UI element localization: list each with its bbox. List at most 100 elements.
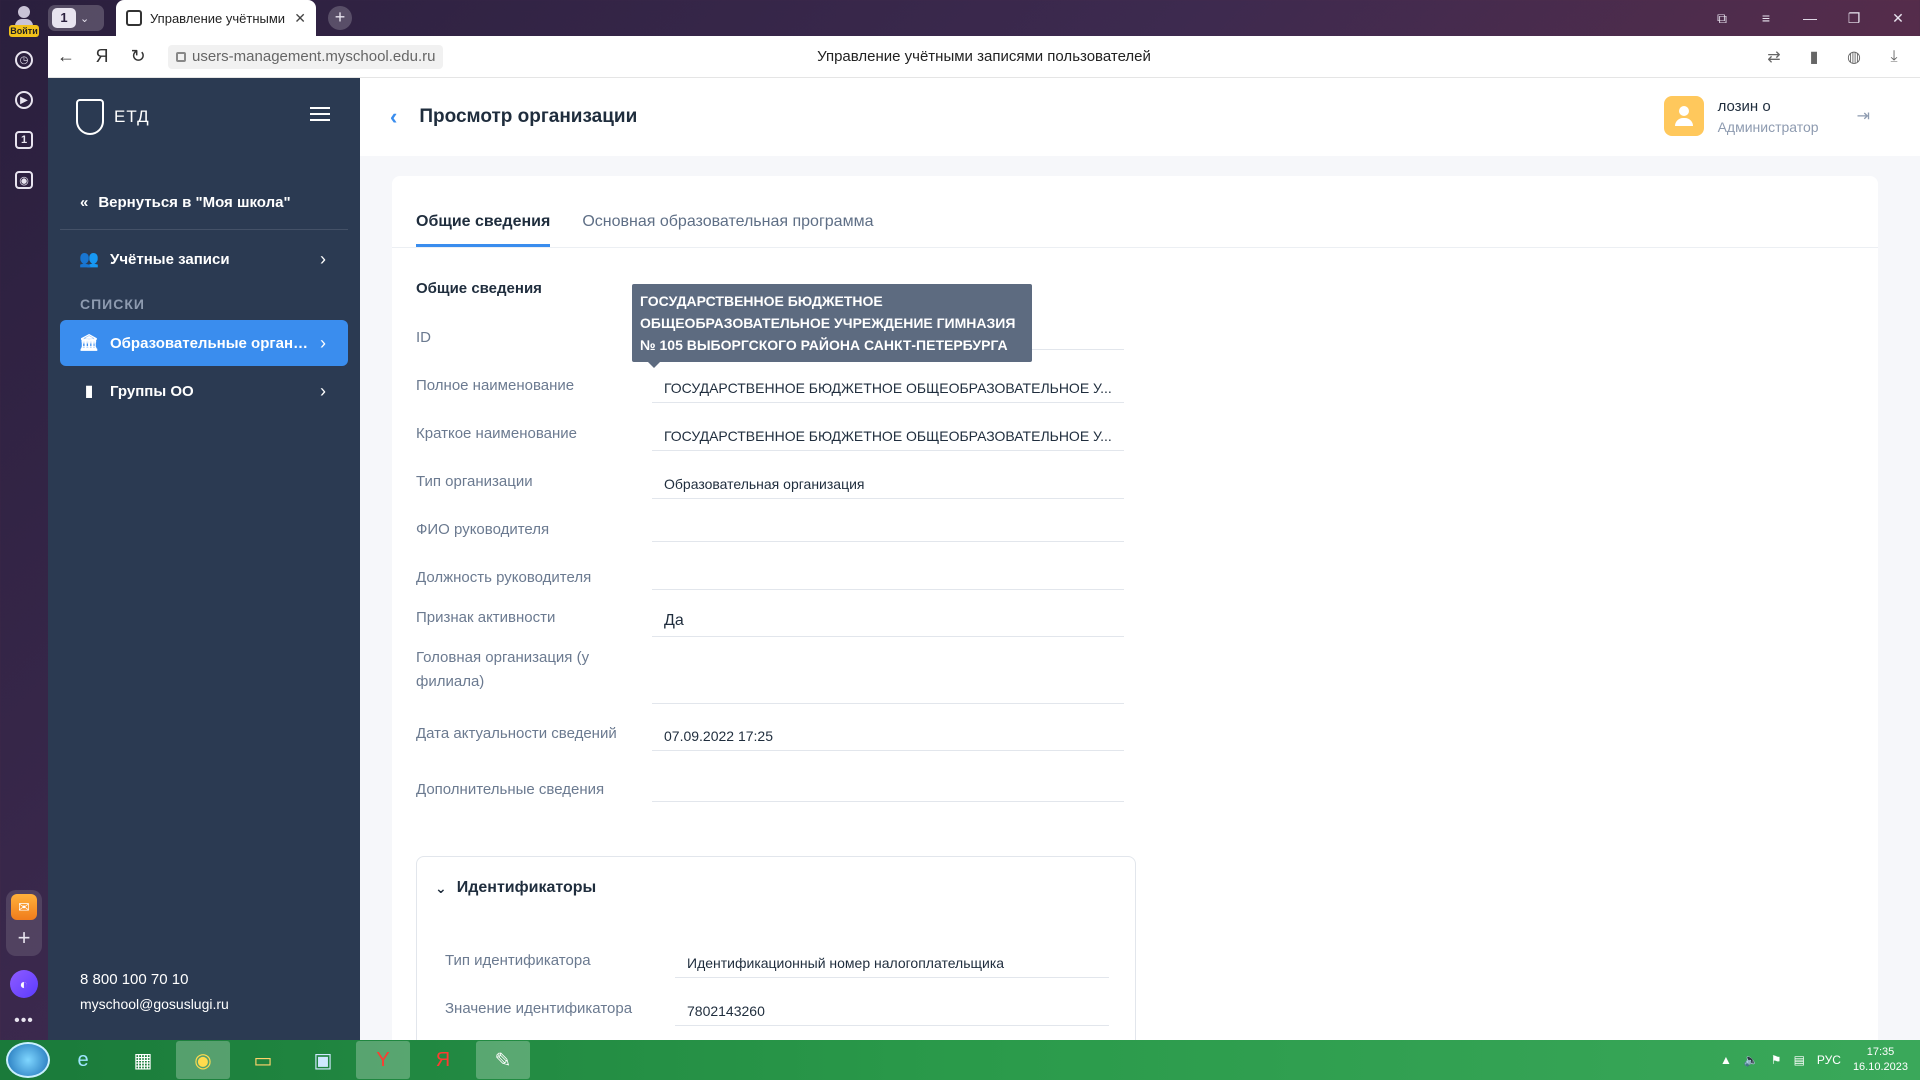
paint-icon[interactable]: ✎ — [476, 1041, 530, 1079]
browser-toolbar: ← Я ↻ users-management.myschool.edu.ru У… — [48, 36, 1920, 78]
logo: ЕТД — [48, 78, 360, 156]
camera-icon: ◉ — [15, 171, 33, 189]
field-additional: Дополнительные сведения — [416, 778, 1124, 802]
chevron-right-icon: › — [320, 332, 326, 353]
folder-icon[interactable]: ▭ — [236, 1041, 290, 1079]
alice-icon[interactable]: ◐ — [10, 970, 38, 998]
organization-card: Общие сведения Основная образовательная … — [392, 176, 1878, 1080]
network-icon[interactable]: ▤ — [1794, 1053, 1805, 1067]
login-badge[interactable]: Войти — [9, 25, 39, 37]
field-parent-org: Головная организация (у филиала) — [416, 646, 1124, 704]
more-icon[interactable]: ••• — [14, 1012, 34, 1030]
start-button[interactable] — [6, 1042, 50, 1078]
minimize-icon[interactable]: — — [1788, 10, 1832, 26]
close-window-icon[interactable]: ✕ — [1876, 10, 1920, 27]
section-title: Общие сведения — [416, 280, 542, 297]
logout-icon[interactable]: ⇥ — [1857, 106, 1870, 126]
tabs-button[interactable]: 1 — [10, 126, 38, 154]
play-icon: ▶ — [15, 91, 33, 109]
main-content: ‹ Просмотр организации лозин о Администр… — [360, 78, 1920, 1080]
sidebar: ЕТД « Вернуться в "Моя школа" 👥 Учётные … — [48, 78, 360, 1040]
bookmark-icon[interactable]: ▮ — [1796, 47, 1832, 67]
browser-tab[interactable]: Управление учётными ✕ — [116, 0, 316, 36]
user-menu[interactable]: лозин о Администратор ⇥ — [1663, 96, 1870, 136]
back-arrow-icon[interactable]: ‹ — [390, 104, 397, 130]
sidebar-item-groups[interactable]: ▮ Группы ОО › — [60, 368, 348, 414]
identifiers-toggle[interactable]: ⌄ Идентификаторы — [435, 879, 596, 897]
user-role: Администратор — [1717, 118, 1819, 135]
institution-icon: 🏛 — [78, 335, 100, 352]
field-active: Признак активности Да — [416, 606, 1124, 637]
avatar — [1663, 96, 1704, 136]
bookmarks-panel-icon[interactable]: ⧉ — [1700, 10, 1744, 27]
page-header: ‹ Просмотр организации лозин о Администр… — [360, 78, 1920, 156]
field-head-position: Должность руководителя — [416, 566, 1124, 590]
screenshot-button[interactable]: ◉ — [10, 166, 38, 194]
yandex-icon[interactable]: Я — [416, 1041, 470, 1079]
profile-icon — [18, 6, 30, 18]
taskbar: e ▦ ◉ ▭ ▣ Y Я ✎ ▲ 🔈 ⚑ ▤ РУС 17:35 16.10.… — [0, 1040, 1920, 1080]
field-org-type: Тип организации Образовательная организа… — [416, 470, 1124, 499]
store-icon[interactable]: ▦ — [116, 1041, 170, 1079]
close-tab-icon[interactable]: ✕ — [294, 10, 306, 27]
chevron-down-icon: ⌄ — [80, 12, 90, 25]
address-bar[interactable]: users-management.myschool.edu.ru — [168, 44, 444, 69]
yandex-browser-icon[interactable]: Y — [356, 1041, 410, 1079]
tab-education-program[interactable]: Основная образовательная программа — [582, 213, 873, 247]
tooltip: ГОСУДАРСТВЕННОЕ БЮДЖЕТНОЕ ОБЩЕОБРАЗОВАТЕ… — [632, 284, 1032, 368]
yandex-icon[interactable]: Я — [84, 46, 120, 67]
ie-icon[interactable]: e — [56, 1041, 110, 1079]
users-icon: 👥 — [79, 251, 99, 268]
lock-icon — [176, 51, 186, 62]
browser-sidebar: Войти ◷ ▶ 1 ◉ ✉ + ◐ ••• — [0, 0, 48, 1040]
reload-icon[interactable]: ↻ — [120, 46, 156, 67]
language-indicator[interactable]: РУС — [1817, 1053, 1841, 1067]
field-identifier-type: Тип идентификатора Идентификационный ном… — [445, 949, 1109, 978]
field-head-name: ФИО руководителя — [416, 518, 1124, 542]
chevron-down-icon: ⌄ — [435, 879, 447, 896]
hamburger-icon[interactable] — [310, 107, 330, 125]
user-name: лозин о — [1717, 97, 1771, 115]
tab-count-icon: 1 — [15, 131, 33, 149]
add-panel-icon[interactable]: + — [11, 926, 37, 952]
computer-icon[interactable]: ▣ — [296, 1041, 350, 1079]
logo-icon — [76, 99, 104, 135]
back-icon[interactable]: ← — [48, 46, 84, 67]
bookmark-icon: ▮ — [84, 383, 94, 400]
clock-icon: ◷ — [15, 51, 33, 69]
clock[interactable]: 17:35 16.10.2023 — [1853, 1045, 1908, 1075]
video-button[interactable]: ▶ — [10, 86, 38, 114]
volume-icon[interactable]: 🔈 — [1744, 1053, 1759, 1067]
history-button[interactable]: ◷ — [10, 46, 38, 74]
restore-icon[interactable]: ❐ — [1832, 10, 1876, 27]
tab-counter[interactable]: 1 ⌄ — [48, 5, 104, 31]
translate-icon[interactable]: ⇄ — [1756, 47, 1792, 67]
tab-general[interactable]: Общие сведения — [416, 213, 551, 247]
double-chevron-left-icon: « — [80, 194, 89, 211]
chevron-right-icon: › — [320, 248, 326, 269]
back-to-school-link[interactable]: « Вернуться в "Моя школа" — [60, 176, 348, 230]
sidebar-item-accounts[interactable]: 👥 Учётные записи › — [60, 236, 348, 282]
sidebar-item-organizations[interactable]: 🏛 Образовательные организа... › — [60, 320, 348, 366]
tray-arrow-icon[interactable]: ▲ — [1720, 1053, 1732, 1067]
system-tray: ▲ 🔈 ⚑ ▤ РУС 17:35 16.10.2023 — [1720, 1040, 1908, 1080]
new-tab-button[interactable]: + — [328, 6, 352, 30]
flag-icon[interactable]: ⚑ — [1771, 1053, 1782, 1067]
chrome-icon[interactable]: ◉ — [176, 1041, 230, 1079]
field-actual-date: Дата актуальности сведений 07.09.2022 17… — [416, 722, 1124, 751]
mail-icon[interactable]: ✉ — [11, 894, 37, 920]
tabs: Общие сведения Основная образовательная … — [392, 176, 1878, 248]
page-title: Просмотр организации — [419, 106, 638, 127]
chevron-right-icon: › — [320, 380, 326, 401]
download-icon[interactable]: ⤓ — [1876, 48, 1912, 66]
field-short-name: Краткое наименование ГОСУДАРСТВЕННОЕ БЮД… — [416, 422, 1124, 451]
field-full-name: Полное наименование ГОСУДАРСТВЕННОЕ БЮДЖ… — [416, 374, 1124, 403]
app: ЕТД « Вернуться в "Моя школа" 👥 Учётные … — [48, 78, 1920, 1080]
extension-icon[interactable]: ◍ — [1836, 47, 1872, 67]
profile-button[interactable]: Войти — [7, 4, 41, 37]
field-identifier-value: Значение идентификатора 7802143260 — [445, 997, 1109, 1026]
tab-title: Управление учётными — [150, 10, 286, 26]
favicon-icon — [126, 10, 142, 26]
menu-icon[interactable]: ≡ — [1744, 10, 1788, 26]
support-phone: 8 800 100 70 10 — [80, 971, 189, 988]
